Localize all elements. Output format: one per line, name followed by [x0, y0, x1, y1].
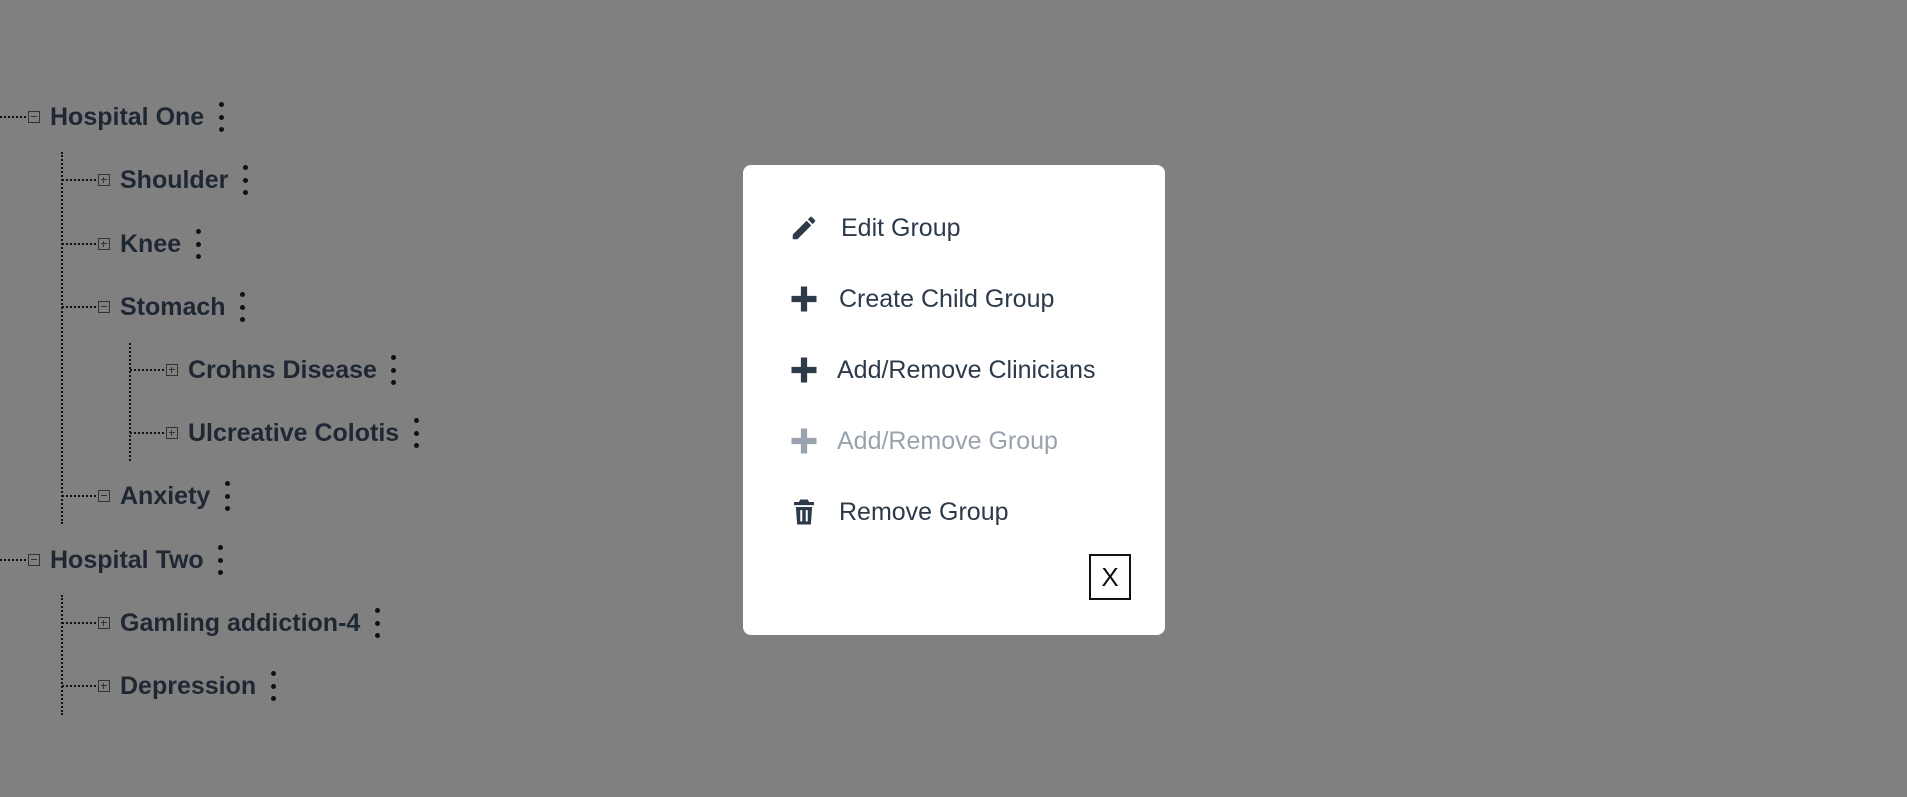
- collapse-icon[interactable]: [28, 111, 40, 123]
- collapse-icon[interactable]: [98, 301, 110, 313]
- tree-connector: [62, 243, 96, 245]
- kebab-menu-icon[interactable]: [193, 229, 203, 259]
- pencil-icon: [789, 213, 819, 243]
- tree-node-label[interactable]: Shoulder: [120, 166, 228, 195]
- tree-node-label[interactable]: Gamling addiction-4: [120, 609, 360, 638]
- kebab-menu-icon[interactable]: [411, 418, 421, 448]
- tree-connector: [61, 152, 63, 524]
- expand-icon[interactable]: [98, 617, 110, 629]
- kebab-menu-icon[interactable]: [216, 545, 226, 575]
- menu-item-label: Add/Remove Group: [837, 426, 1058, 455]
- close-button[interactable]: X: [1089, 554, 1131, 600]
- expand-icon[interactable]: [98, 680, 110, 692]
- tree-node-ulcreative-colotis[interactable]: Ulcreative Colotis: [130, 413, 421, 453]
- expand-icon[interactable]: [166, 364, 178, 376]
- tree-node-depression[interactable]: Depression: [62, 666, 278, 706]
- tree-node-hospital-two[interactable]: Hospital Two: [0, 540, 226, 580]
- edit-group-menu-item[interactable]: Edit Group: [789, 213, 961, 243]
- menu-item-label: Create Child Group: [839, 284, 1055, 313]
- menu-item-label: Remove Group: [839, 497, 1009, 526]
- tree-node-label[interactable]: Hospital One: [50, 103, 204, 132]
- tree-connector: [0, 559, 26, 561]
- plus-icon: [789, 426, 819, 456]
- tree-node-label[interactable]: Anxiety: [120, 482, 210, 511]
- collapse-icon[interactable]: [28, 554, 40, 566]
- kebab-menu-icon[interactable]: [238, 292, 248, 322]
- tree-connector: [130, 369, 164, 371]
- tree-node-crohns-disease[interactable]: Crohns Disease: [130, 350, 399, 390]
- tree-node-label[interactable]: Knee: [120, 230, 181, 259]
- create-child-group-menu-item[interactable]: Create Child Group: [789, 284, 1054, 314]
- plus-icon: [789, 284, 819, 314]
- tree-node-anxiety[interactable]: Anxiety: [62, 476, 232, 516]
- tree-connector: [62, 495, 96, 497]
- add-remove-group-menu-item: Add/Remove Group: [789, 426, 1058, 456]
- kebab-menu-icon[interactable]: [240, 165, 250, 195]
- kebab-menu-icon[interactable]: [268, 671, 278, 701]
- tree-node-label[interactable]: Hospital Two: [50, 546, 204, 575]
- tree-node-hospital-one[interactable]: Hospital One: [0, 97, 226, 137]
- tree-node-stomach[interactable]: Stomach: [62, 287, 248, 327]
- collapse-icon[interactable]: [98, 490, 110, 502]
- tree-connector: [0, 116, 26, 118]
- tree-node-shoulder[interactable]: Shoulder: [62, 160, 250, 200]
- tree-node-knee[interactable]: Knee: [62, 224, 203, 264]
- tree-connector: [62, 685, 96, 687]
- remove-group-menu-item[interactable]: Remove Group: [789, 497, 1009, 527]
- tree-node-label[interactable]: Crohns Disease: [188, 356, 377, 385]
- menu-item-label: Add/Remove Clinicians: [837, 355, 1096, 384]
- tree-connector: [62, 306, 96, 308]
- tree-connector: [62, 622, 96, 624]
- group-actions-modal: Edit Group Create Child Group Add/Remove…: [743, 165, 1165, 635]
- plus-icon: [789, 355, 819, 385]
- menu-item-label: Edit Group: [841, 213, 961, 242]
- expand-icon[interactable]: [166, 427, 178, 439]
- expand-icon[interactable]: [98, 174, 110, 186]
- add-remove-clinicians-menu-item[interactable]: Add/Remove Clinicians: [789, 355, 1095, 385]
- tree-node-label[interactable]: Ulcreative Colotis: [188, 419, 399, 448]
- expand-icon[interactable]: [98, 238, 110, 250]
- kebab-menu-icon[interactable]: [372, 608, 382, 638]
- kebab-menu-icon[interactable]: [216, 102, 226, 132]
- trash-icon: [789, 497, 819, 527]
- tree-connector: [130, 432, 164, 434]
- kebab-menu-icon[interactable]: [389, 355, 399, 385]
- tree-connector: [62, 179, 96, 181]
- tree-node-label[interactable]: Stomach: [120, 293, 226, 322]
- tree-node-gamling-addiction[interactable]: Gamling addiction-4: [62, 603, 382, 643]
- kebab-menu-icon[interactable]: [222, 481, 232, 511]
- tree-node-label[interactable]: Depression: [120, 672, 256, 701]
